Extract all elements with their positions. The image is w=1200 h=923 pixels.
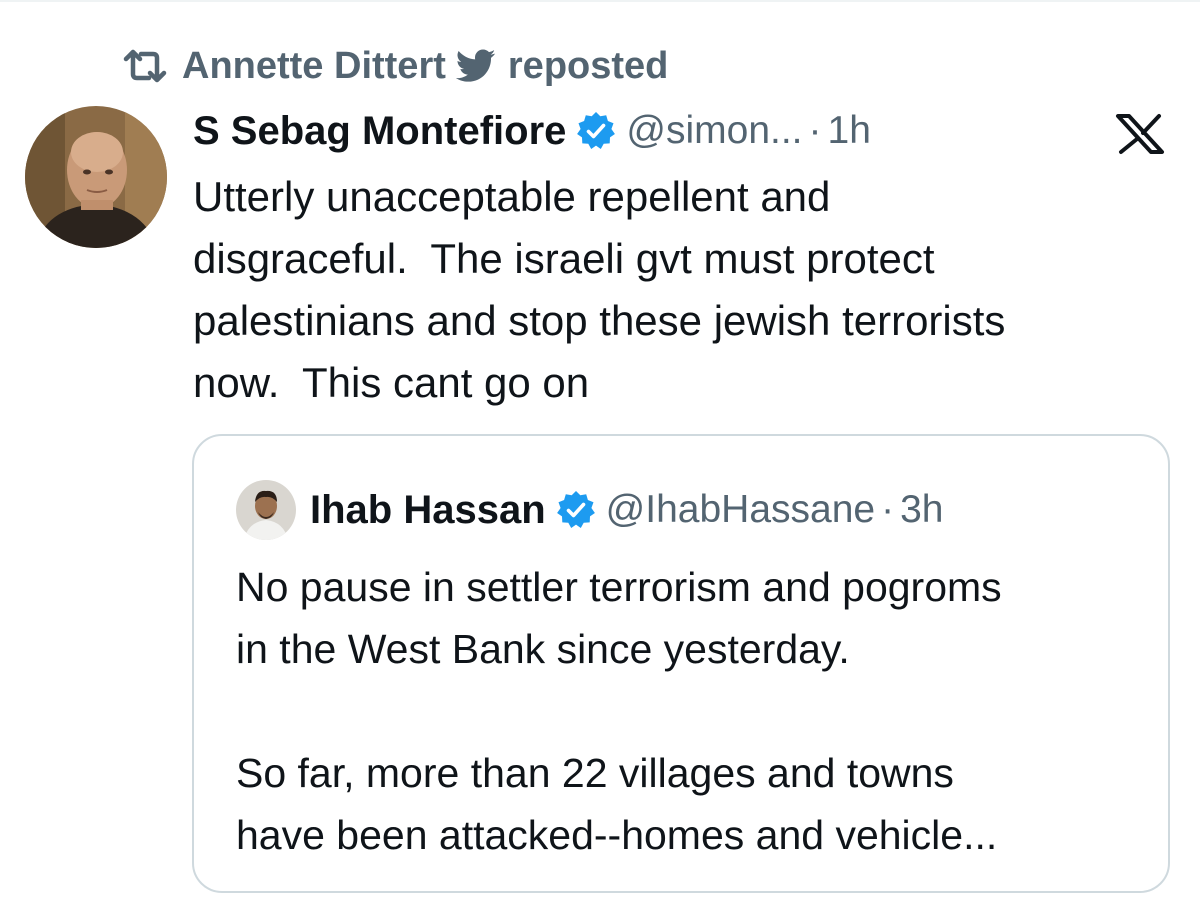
quoted-author-handle[interactable]: @IhabHassane <box>606 488 875 532</box>
x-logo-icon[interactable] <box>1112 113 1168 155</box>
quoted-timestamp[interactable]: 3h <box>900 488 943 532</box>
verified-badge-icon[interactable] <box>556 490 596 530</box>
quoted-avatar-photo <box>236 480 296 540</box>
twitter-bird-icon <box>455 49 496 82</box>
verified-badge-icon[interactable] <box>576 111 616 151</box>
repost-icon <box>123 49 167 83</box>
tweet-text: Utterly unacceptable repellent and disgr… <box>193 173 1006 406</box>
repost-context[interactable]: Annette Dittert reposted <box>122 44 668 88</box>
timestamp[interactable]: 1h <box>828 109 871 153</box>
tweet-header: S Sebag Montefiore @simon... · 1h <box>193 106 871 156</box>
quoted-avatar[interactable] <box>236 480 296 540</box>
reposter-name[interactable]: Annette Dittert <box>182 45 446 88</box>
separator-dot: · <box>881 488 895 531</box>
quoted-tweet-text: No pause in settler terrorism and pogrom… <box>236 564 1002 858</box>
quoted-tweet-card[interactable]: Ihab Hassan @IhabHassane · 3h No pause i… <box>192 434 1170 893</box>
avatar-photo <box>25 106 167 248</box>
repost-label: reposted <box>507 44 669 87</box>
avatar[interactable] <box>25 106 167 248</box>
quoted-tweet-header: Ihab Hassan @IhabHassane · 3h <box>236 480 943 540</box>
author-name[interactable]: S Sebag Montefiore <box>193 109 566 154</box>
separator-dot: · <box>808 109 822 152</box>
top-divider <box>0 0 1200 2</box>
quoted-author-name[interactable]: Ihab Hassan <box>310 488 546 533</box>
author-handle[interactable]: @simon... <box>626 109 802 153</box>
